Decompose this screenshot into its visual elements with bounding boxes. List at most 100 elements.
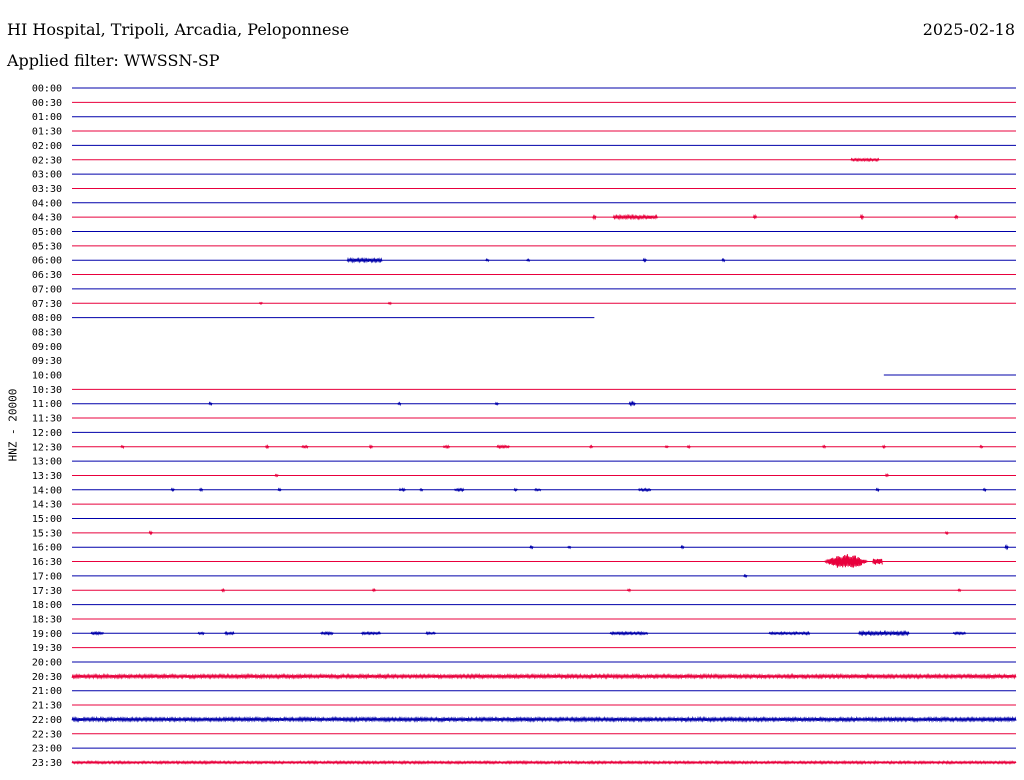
seismic-event [612,213,658,221]
seismic-event [485,257,490,263]
seismic-event [884,473,890,478]
time-tick-label: 11:00 [32,399,62,410]
seismic-event [875,487,880,493]
seismic-event [265,444,270,450]
time-tick-label: 03:00 [32,170,62,181]
time-tick-label: 10:30 [32,385,62,396]
seismic-event [592,214,597,221]
seismic-event [609,630,649,636]
time-tick-label: 12:00 [32,428,62,439]
time-tick-label: 13:30 [32,471,62,482]
seismic-event [198,487,204,493]
seismic-event [398,487,406,493]
time-tick-label: 23:30 [32,758,62,769]
seismic-event [368,444,373,450]
seismic-event [71,672,1017,680]
seismic-event [372,587,377,593]
time-tick-label: 00:00 [32,84,62,95]
seismic-event [1004,543,1009,551]
seismic-event [90,630,104,636]
seismic-event [397,401,402,407]
seismic-event [221,587,226,593]
seismic-event [642,257,647,263]
seismic-event [768,630,811,636]
time-tick-label: 17:30 [32,586,62,597]
time-tick-label: 00:30 [32,98,62,109]
seismic-event [274,473,279,478]
seismic-event [534,487,542,492]
time-tick-label: 01:00 [32,112,62,123]
seismic-event [170,487,175,493]
time-tick-label: 18:00 [32,600,62,611]
seismic-event [944,530,949,536]
seismic-event [664,445,669,449]
seismic-event [529,544,534,550]
time-tick-label: 14:00 [32,485,62,496]
time-tick-label: 16:30 [32,557,62,568]
seismic-event [120,444,125,450]
seismic-event [425,631,436,636]
seismic-event [320,630,334,636]
seismic-event [589,444,594,450]
time-tick-label: 22:00 [32,715,62,726]
seismic-event [419,487,424,492]
seismic-event [626,588,631,593]
seismic-event [982,487,987,493]
seismic-event [858,629,910,637]
seismic-event [743,573,748,578]
seismic-event [301,444,309,449]
seismic-event [721,257,726,263]
seismic-event [71,715,1017,723]
time-tick-label: 08:00 [32,313,62,324]
time-tick-label: 09:00 [32,342,62,353]
time-tick-label: 15:30 [32,528,62,539]
time-tick-label: 06:30 [32,270,62,281]
time-tick-label: 23:00 [32,744,62,755]
time-tick-label: 07:30 [32,299,62,310]
time-tick-label: 02:30 [32,155,62,166]
time-tick-label: 08:30 [32,327,62,338]
time-tick-label: 05:00 [32,227,62,238]
time-tick-label: 14:30 [32,500,62,511]
time-tick-label: 18:30 [32,614,62,625]
time-tick-label: 20:30 [32,672,62,683]
time-tick-label: 22:30 [32,729,62,740]
time-tick-label: 04:30 [32,213,62,224]
seismic-event [859,213,864,221]
seismic-event [494,401,499,406]
seismic-event [823,554,869,568]
seismic-event [453,487,465,493]
seismic-event [387,301,392,306]
time-tick-label: 16:00 [32,543,62,554]
seismic-event [224,630,235,636]
seismic-event [258,301,263,305]
seismic-event [346,256,383,264]
seismic-event [277,487,282,492]
seismic-event [979,444,984,449]
time-tick-label: 07:00 [32,284,62,295]
seismic-event [208,401,213,407]
seismic-event [881,444,886,449]
seismic-event [850,157,880,163]
seismic-event [567,545,572,550]
seismic-event [872,558,883,565]
seismic-event [680,544,685,550]
time-tick-label: 02:00 [32,141,62,152]
seismic-event [361,630,381,636]
seismic-event [954,214,959,220]
time-tick-label: 19:30 [32,643,62,654]
time-tick-label: 15:00 [32,514,62,525]
seismic-event [197,631,205,636]
time-tick-label: 20:00 [32,658,62,669]
seismic-event [71,759,1017,765]
time-tick-label: 01:30 [32,127,62,138]
seismic-event [822,444,827,449]
time-tick-label: 06:00 [32,256,62,267]
helicorder-plot: 00:00 00:30 01:00 01:30 02:00 02:30 03:00 03:30… [32,84,1017,769]
time-tick-label: 19:00 [32,629,62,640]
seismic-event [442,444,451,450]
time-tick-label: 17:00 [32,571,62,582]
time-tick-label: 11:30 [32,414,62,425]
seismic-event [637,487,652,493]
seismic-event [526,258,531,263]
